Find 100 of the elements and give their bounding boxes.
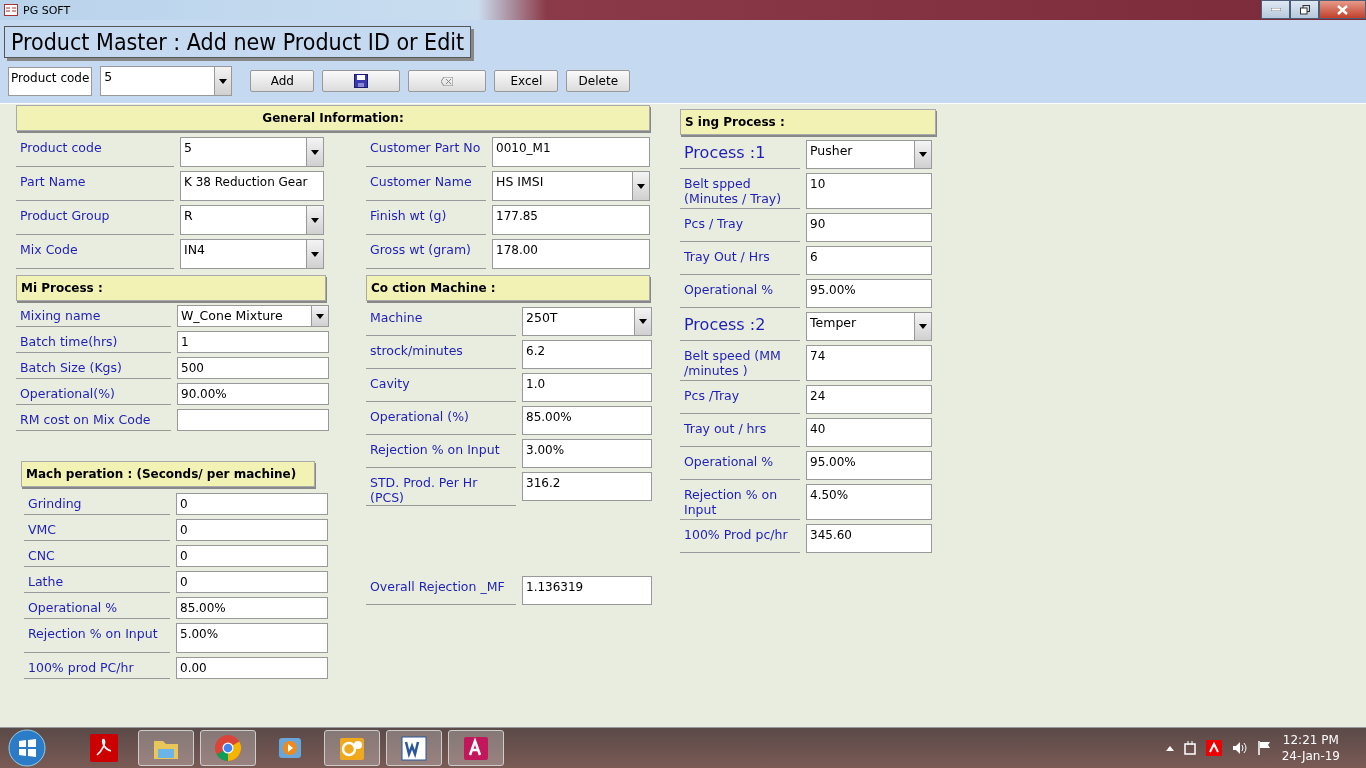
input-field[interactable]: 316.2	[522, 472, 652, 501]
input-field[interactable]: K 38 Reduction Gear	[180, 171, 324, 201]
input-field[interactable]: 90.00%	[177, 383, 329, 405]
input-field[interactable]: 178.00	[492, 239, 650, 269]
input-field[interactable]: 0	[176, 545, 328, 567]
caret-icon	[316, 313, 324, 319]
taskbar-button[interactable]	[386, 730, 442, 766]
input-field[interactable]: 95.00%	[806, 279, 932, 308]
undo-button[interactable]	[408, 70, 487, 92]
restore-button[interactable]	[1290, 0, 1319, 19]
field-label: Part Name	[16, 171, 174, 201]
field-label: Operational %	[680, 451, 800, 480]
save-button[interactable]	[322, 70, 401, 92]
toolbar-button[interactable]: Delete	[566, 70, 631, 92]
dropdown-field[interactable]: Pusher	[806, 140, 932, 169]
field-label: Mix Code	[16, 239, 174, 269]
dropdown-field[interactable]: W_Cone Mixture	[177, 305, 329, 327]
dropdown-field[interactable]: Temper	[806, 312, 932, 341]
field-label: STD. Prod. Per Hr (PCS)	[366, 472, 516, 506]
input-field[interactable]: 345.60	[806, 524, 932, 553]
minimize-button[interactable]	[1261, 0, 1290, 19]
input-field[interactable]: 0010_M1	[492, 137, 650, 167]
input-field[interactable]: 90	[806, 213, 932, 242]
dropdown-field[interactable]: 250T	[522, 307, 652, 336]
close-button[interactable]	[1319, 0, 1366, 19]
input-field[interactable]: 24	[806, 385, 932, 414]
field-label: Belt speed (MM /minutes )	[680, 345, 800, 381]
input-field[interactable]: 1.0	[522, 373, 652, 402]
taskbar-button[interactable]	[448, 730, 504, 766]
input-field[interactable]	[177, 409, 329, 431]
input-field[interactable]: 6.2	[522, 340, 652, 369]
caret-icon	[311, 217, 319, 223]
caret-icon	[311, 251, 319, 257]
input-field[interactable]: 6	[806, 246, 932, 275]
toolbar-button[interactable]: Add	[250, 70, 315, 92]
taskbar-button[interactable]	[324, 730, 380, 766]
field-label: strock/minutes	[366, 340, 516, 369]
input-field[interactable]: 40	[806, 418, 932, 447]
field-label: Finish wt (g)	[366, 205, 486, 235]
field-label: VMC	[24, 519, 170, 541]
input-field[interactable]: 4.50%	[806, 484, 932, 520]
pdf-icon	[90, 734, 118, 762]
input-field[interactable]: 3.00%	[522, 439, 652, 468]
input-field[interactable]: 85.00%	[176, 597, 328, 619]
close-icon	[1337, 4, 1348, 15]
input-field[interactable]: 500	[177, 357, 329, 379]
product-code-label: Product code	[8, 66, 93, 96]
field-label: Rejection % on Input	[366, 439, 516, 468]
dropdown-field[interactable]: IN4	[180, 239, 324, 269]
field-label: 100% prod PC/hr	[24, 657, 170, 679]
caret-icon	[639, 319, 647, 324]
start-button[interactable]	[8, 729, 46, 767]
browser-icon	[214, 734, 242, 762]
product-code-dropdown[interactable]: 5	[100, 66, 233, 96]
flag-icon[interactable]	[1257, 741, 1272, 755]
field-label: Process :2	[680, 312, 800, 341]
antivirus-icon[interactable]	[1205, 740, 1222, 756]
field-label: Customer Part No	[366, 137, 486, 167]
field-label: Product Group	[16, 205, 174, 235]
input-field[interactable]: 1.136319	[522, 576, 652, 605]
field-label: Operational (%)	[366, 406, 516, 435]
field-label: Product code	[16, 137, 174, 167]
speaker-icon[interactable]	[1231, 741, 1248, 755]
field-label: Operational %	[24, 597, 170, 619]
input-field[interactable]: 0.00	[176, 657, 328, 679]
app-icon	[4, 4, 18, 16]
form-title: Product Master : Add new Product ID or Edit	[4, 26, 472, 58]
field-label: Grinding	[24, 493, 170, 515]
input-field[interactable]: 1	[177, 331, 329, 353]
field-label: Process :1	[680, 140, 800, 169]
section-header: General Information:	[16, 105, 650, 131]
show-hidden-icons[interactable]	[1165, 745, 1174, 751]
input-field[interactable]: 177.85	[492, 205, 650, 235]
field-label: Cavity	[366, 373, 516, 402]
input-field[interactable]: 85.00%	[522, 406, 652, 435]
word-icon	[400, 734, 428, 762]
toolbar-button[interactable]: Excel	[494, 70, 559, 92]
dropdown-field[interactable]: HS IMSI	[492, 171, 650, 201]
section-header: S ing Process :	[680, 109, 936, 135]
minimize-icon	[1270, 8, 1281, 11]
input-field[interactable]: 74	[806, 345, 932, 381]
section-header: Mi Process :	[16, 275, 326, 301]
caret-icon	[919, 152, 927, 157]
input-field[interactable]: 0	[176, 519, 328, 541]
field-label: Tray Out / Hrs	[680, 246, 800, 275]
close-icon	[441, 76, 454, 86]
field-label: CNC	[24, 545, 170, 567]
input-field[interactable]: 0	[176, 493, 328, 515]
dropdown-field[interactable]: 5	[180, 137, 324, 167]
input-field[interactable]: 95.00%	[806, 451, 932, 480]
clock-date: 24-Jan-19	[1281, 748, 1340, 764]
section-header: Co ction Machine :	[366, 275, 650, 301]
caret-icon	[219, 78, 228, 84]
field-label: Rejection % on Input	[24, 623, 170, 653]
input-field[interactable]: 10	[806, 173, 932, 209]
field-label: Pcs /Tray	[680, 385, 800, 414]
dropdown-field[interactable]: R	[180, 205, 324, 235]
field-label: Overall Rejection _MF	[366, 576, 516, 605]
input-field[interactable]: 0	[176, 571, 328, 593]
input-field[interactable]: 5.00%	[176, 623, 328, 653]
